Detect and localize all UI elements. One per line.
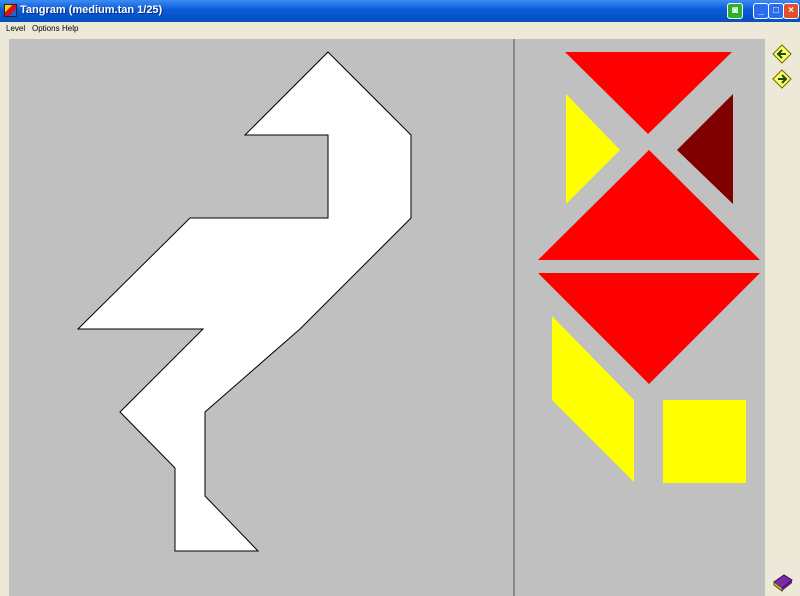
tangram-stage [76, 51, 760, 552]
arrow-left-icon[interactable] [772, 44, 792, 64]
book-icon[interactable] [772, 572, 794, 592]
tangram-piece-square[interactable] [663, 400, 746, 483]
arrow-right-icon[interactable] [772, 69, 792, 89]
silhouette [76, 51, 412, 552]
